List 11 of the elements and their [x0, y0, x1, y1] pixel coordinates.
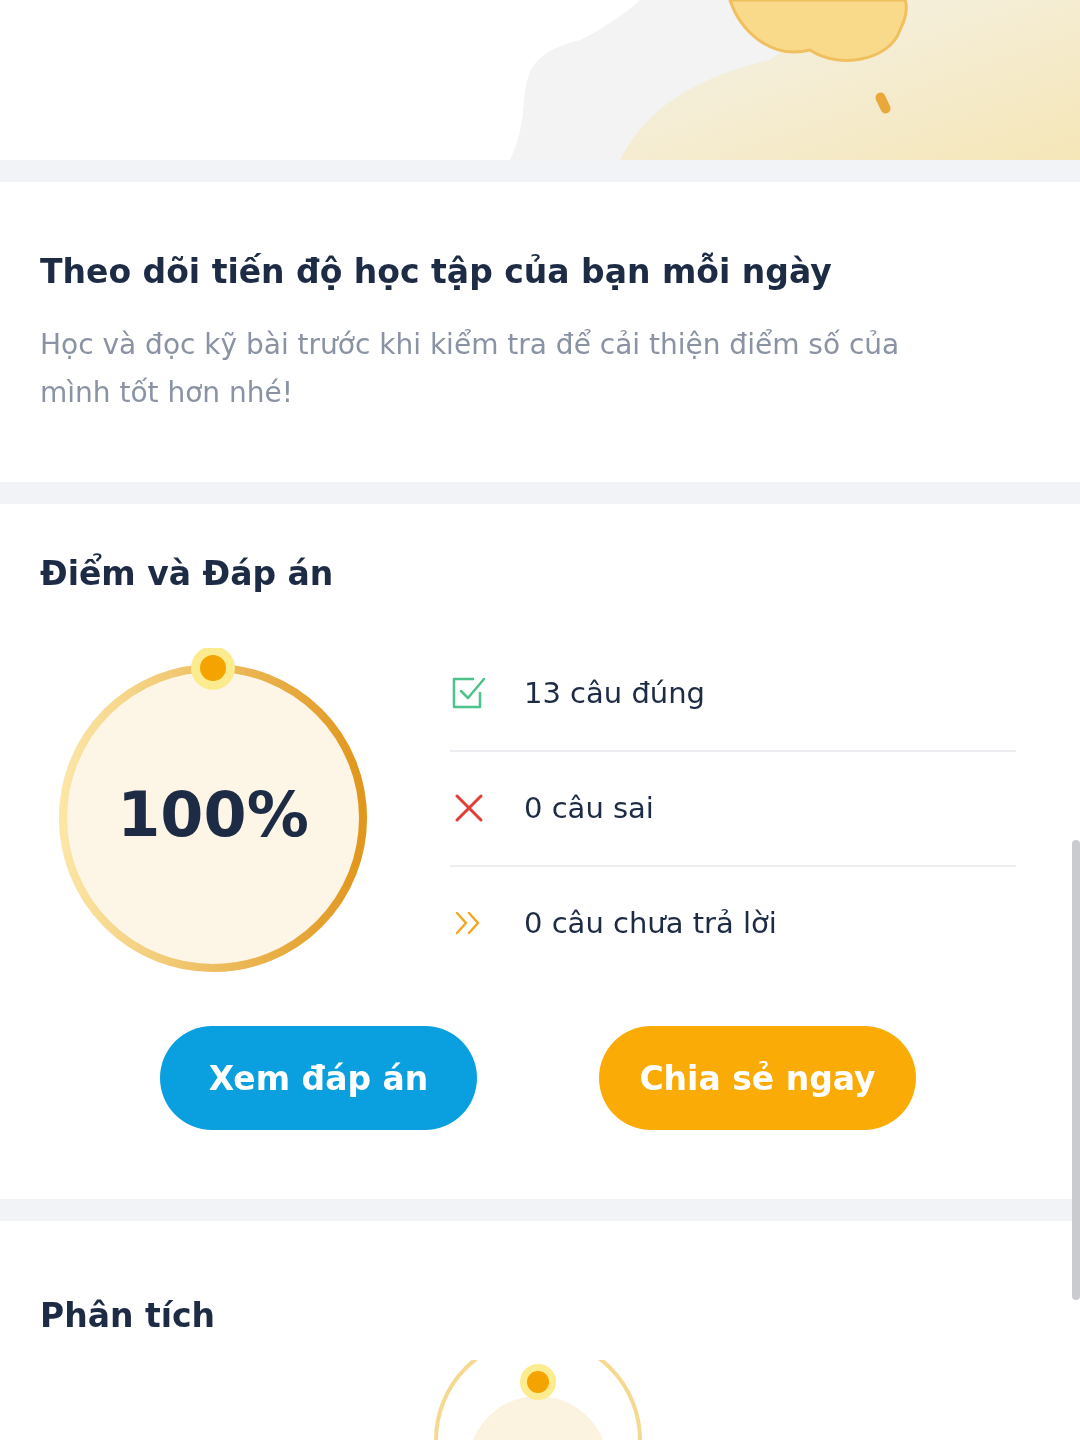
- section-title: Phân tích: [40, 1296, 217, 1335]
- view-answers-button[interactable]: Xem đáp án: [160, 1026, 477, 1130]
- score-percent: 100%: [116, 778, 310, 851]
- stat-label: 0 câu sai: [524, 791, 654, 825]
- stat-label: 0 câu chưa trả lời: [524, 906, 777, 940]
- stat-label: 13 câu đúng: [524, 676, 705, 710]
- section-title: Theo dõi tiến độ học tập của bạn mỗi ngày: [40, 252, 833, 291]
- share-button[interactable]: Chia sẻ ngay: [599, 1026, 916, 1130]
- section-description: Học và đọc kỹ bài trước khi kiểm tra để cải thiện điểm số của mình tốt hơn nhé!: [40, 327, 901, 411]
- section-title: Điểm và Đáp án: [40, 554, 335, 593]
- scrollbar[interactable]: [1072, 840, 1080, 1300]
